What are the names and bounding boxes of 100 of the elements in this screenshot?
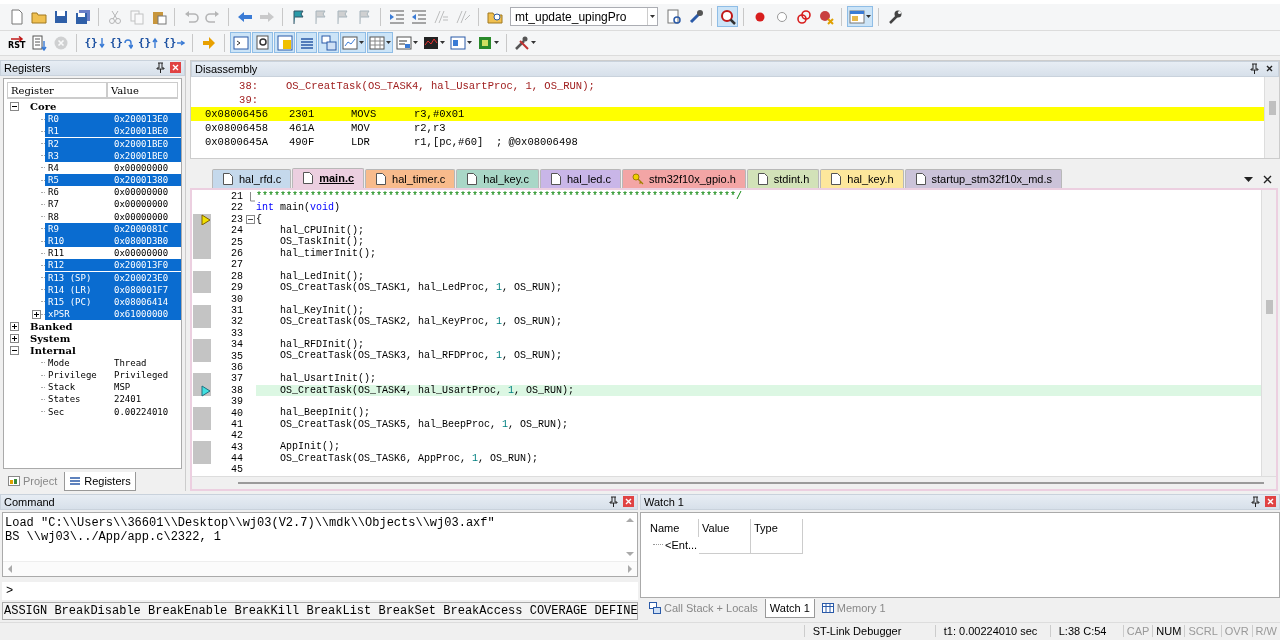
editor-tab[interactable]: stm32f10x_gpio.h	[621, 168, 746, 188]
register-row[interactable]: R11 0x00000000	[45, 247, 181, 260]
editor-tab[interactable]: stdint.h	[746, 168, 820, 188]
pin-icon[interactable]	[155, 62, 166, 74]
code-line: hal_timerInit();	[279, 247, 378, 260]
caret-icon[interactable]	[1244, 175, 1253, 183]
magnifier-icon	[719, 8, 736, 25]
collapse-icon[interactable]	[10, 102, 19, 112]
down-arrow-icon	[98, 36, 105, 49]
watch-entry[interactable]: <Ent...	[665, 538, 698, 551]
registers-button[interactable]	[296, 32, 318, 54]
register-row[interactable]: R2 0x20001BE0	[45, 137, 181, 150]
watch-button[interactable]	[340, 32, 367, 54]
editor-tab[interactable]: startup_stm32f10x_md.s	[904, 168, 1062, 188]
register-row[interactable]: Privilege Privileged	[45, 369, 181, 382]
target-select[interactable]: mt_update_upingPro	[510, 7, 658, 27]
line-number: 28	[230, 270, 244, 282]
editor-tab[interactable]: hal_key.c	[456, 168, 539, 188]
register-row[interactable]: xPSR 0x61000000	[45, 308, 181, 321]
code-line: hal_BeepInit();	[279, 407, 372, 419]
register-row[interactable]: R6 0x00000000	[45, 186, 181, 199]
column-header[interactable]: Name	[647, 518, 699, 537]
left-arrow-icon[interactable]	[7, 564, 13, 573]
close-icon[interactable]	[1263, 174, 1272, 184]
register-row[interactable]: R8 0x00000000	[45, 210, 181, 223]
symbols-window-icon	[276, 34, 293, 51]
expand-icon[interactable]	[10, 321, 19, 331]
line-number: 22	[230, 202, 244, 214]
disassembly-button[interactable]	[252, 32, 274, 54]
tools-icon	[687, 8, 704, 25]
file-icon	[222, 172, 234, 185]
register-row[interactable]: R0 0x200013E0	[45, 113, 181, 126]
instruction-row[interactable]: 0x08006456 2301 MOVS r3,#0x01	[191, 106, 1264, 121]
file-icon	[756, 172, 769, 185]
column-header[interactable]: Value	[699, 518, 751, 537]
register-row[interactable]: Mode Thread	[45, 356, 181, 369]
file-icon	[375, 172, 388, 185]
register-row[interactable]: R13 (SP) 0x200023E0	[45, 271, 181, 284]
column-header[interactable]: Type	[751, 518, 803, 537]
scrollbar[interactable]	[1261, 189, 1276, 476]
floppy-stack-icon	[74, 8, 91, 25]
caret-icon	[359, 40, 365, 46]
register-row[interactable]: States 22401	[45, 393, 181, 406]
editor-tab[interactable]: hal_key.h	[820, 168, 904, 188]
instruction-row[interactable]: 0x08006458 461A MOV r2,r3	[191, 120, 1264, 135]
step-out-button[interactable]: {}	[135, 32, 161, 54]
register-row[interactable]: R5 0x20001380	[45, 174, 181, 187]
editor-tab[interactable]: hal_rfd.c	[212, 168, 292, 188]
pin-icon[interactable]	[1249, 63, 1260, 75]
scrollbar[interactable]	[1264, 76, 1279, 158]
expand-icon[interactable]	[32, 309, 41, 319]
step-into-button[interactable]: {}	[82, 32, 107, 54]
editor-tab[interactable]: main.c	[292, 167, 365, 188]
run-to-cursor-button[interactable]: {}	[161, 32, 188, 54]
document-search-icon	[254, 34, 271, 51]
panel-tab[interactable]: Watch 1	[764, 598, 815, 618]
memory-button[interactable]	[367, 32, 394, 54]
editor-tab[interactable]: hal_led.c	[539, 168, 621, 188]
expand-icon[interactable]	[10, 334, 19, 344]
reset-button[interactable]: RST	[6, 32, 28, 54]
scrollbar[interactable]	[3, 560, 637, 576]
up-arrow-icon[interactable]	[626, 516, 634, 523]
register-row[interactable]: Stack MSP	[45, 381, 181, 394]
line-number: 40	[230, 407, 244, 419]
line-number: 42	[230, 430, 244, 442]
register-row[interactable]: R7 0x00000000	[45, 198, 181, 211]
scrollbar[interactable]	[192, 475, 1276, 489]
register-row[interactable]: R10 0x0800D3B0	[45, 235, 181, 248]
register-row[interactable]: R4 0x00000000	[45, 161, 181, 174]
collapse-icon[interactable]	[246, 214, 255, 224]
tree-group-label[interactable]: Internal	[28, 345, 76, 357]
call-stack-button[interactable]	[318, 32, 340, 54]
debug-button[interactable]	[717, 6, 738, 28]
column-header[interactable]: Register	[7, 81, 107, 98]
tree-group-label[interactable]: System	[28, 333, 71, 345]
register-row[interactable]: Sec 0.00224010	[45, 405, 181, 418]
window-button[interactable]	[847, 6, 873, 28]
line-number: 38	[230, 384, 244, 396]
register-row[interactable]: R9 0x2000081C	[45, 222, 181, 235]
right-arrow-icon[interactable]	[627, 564, 633, 573]
down-arrow-icon[interactable]	[626, 550, 634, 557]
pin-icon[interactable]	[608, 496, 619, 508]
register-row[interactable]: R12 0x200013F0	[45, 259, 181, 272]
pin-icon[interactable]	[1250, 496, 1261, 508]
panel-tab[interactable]: Registers	[64, 471, 136, 491]
column-header[interactable]: Value	[107, 81, 178, 98]
register-row[interactable]: R1 0x20001BE0	[45, 125, 181, 138]
code-line: int main(void)	[256, 202, 342, 214]
editor-tab[interactable]: hal_timer.c	[365, 168, 456, 188]
tree-group-label[interactable]: Core	[28, 101, 57, 113]
tree-group-label[interactable]: Banked	[28, 320, 73, 332]
caret-icon	[386, 40, 392, 46]
arrow-icon	[9, 35, 24, 42]
collapse-icon[interactable]	[10, 346, 19, 356]
step-over-button[interactable]: {}	[107, 32, 135, 54]
project-icon	[8, 474, 20, 487]
code-line: {	[256, 213, 263, 226]
command-input[interactable]: >	[2, 581, 638, 600]
tools-icon	[514, 34, 531, 51]
instruction-row[interactable]: 0x0800645A 490F LDR r1,[pc,#60] ; @0x08006498	[191, 134, 1264, 149]
